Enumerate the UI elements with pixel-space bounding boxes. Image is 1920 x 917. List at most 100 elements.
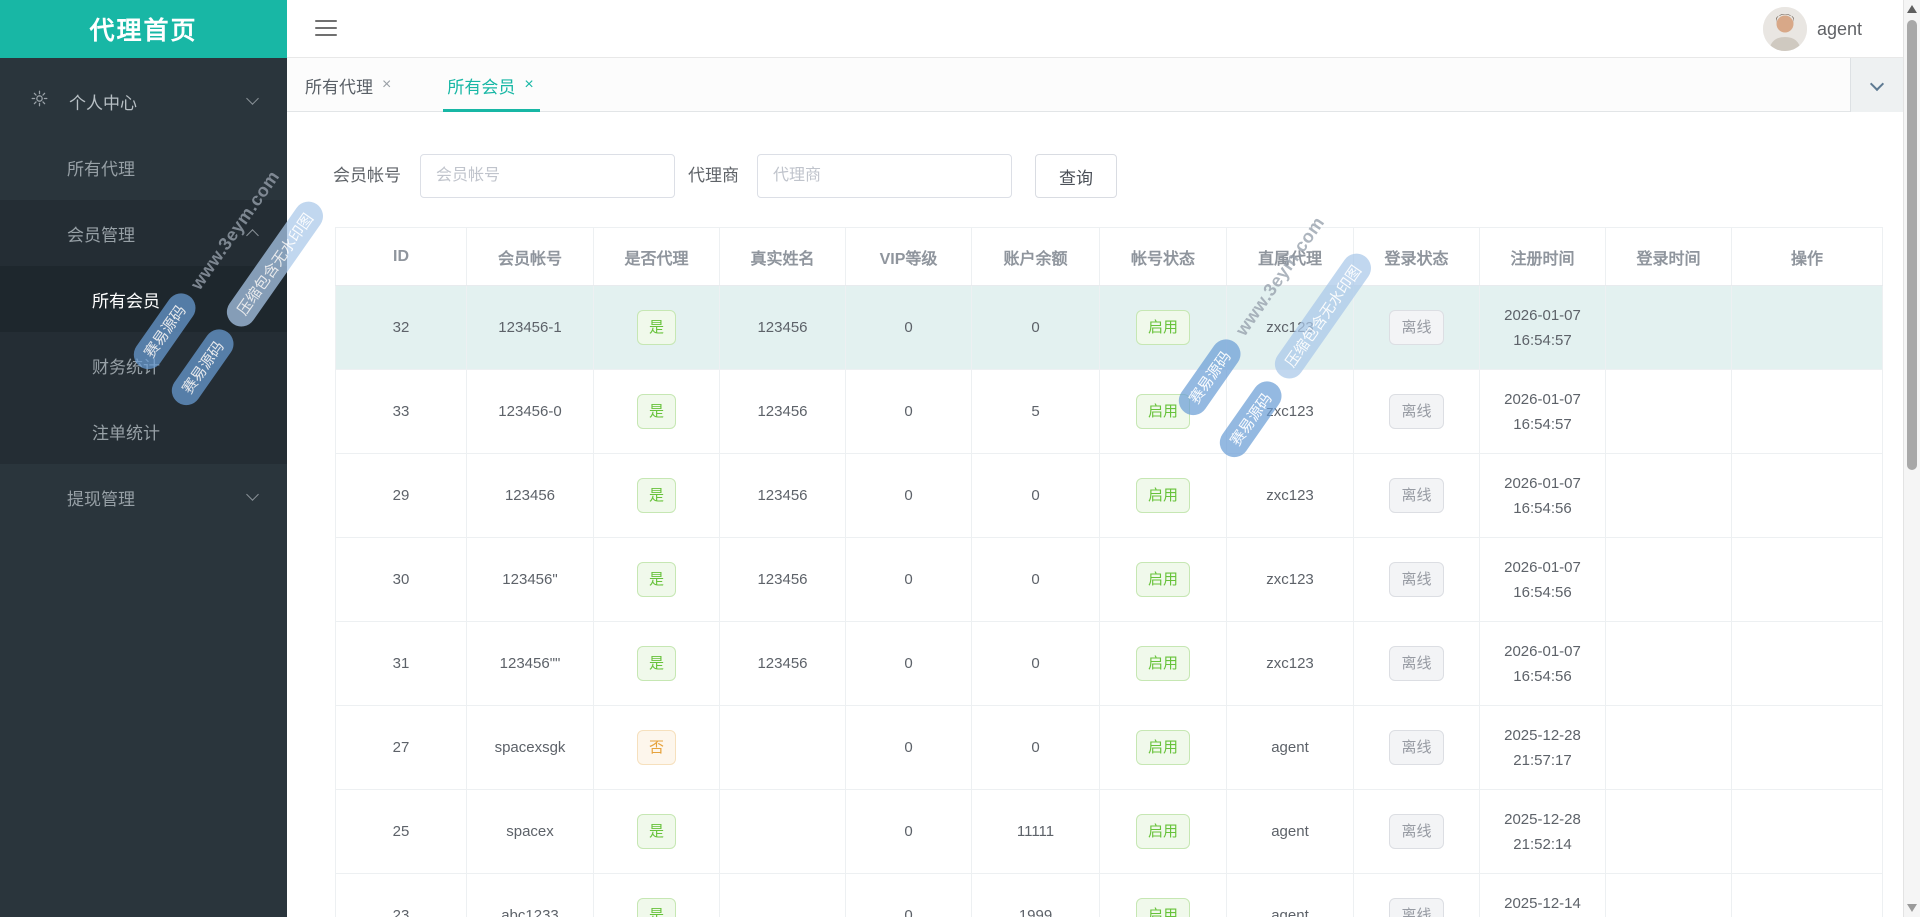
cell-is-agent: 是 — [593, 537, 720, 622]
status-badge: 启用 — [1135, 394, 1190, 429]
tab-2[interactable]: 所有会员 × — [443, 58, 541, 112]
cell-real-name: 123456 — [719, 285, 846, 370]
status-badge: 离线 — [1389, 646, 1444, 681]
agent-input[interactable] — [757, 154, 1012, 198]
chevron-down-icon — [246, 92, 259, 105]
cell-is-agent: 是 — [593, 789, 720, 874]
cell-vip-level: 0 — [845, 789, 972, 874]
sidebar-item-label: 财务统计 — [92, 357, 160, 377]
cell-account-status: 启用 — [1099, 873, 1227, 917]
sidebar-item-4[interactable]: 所有会员 — [0, 266, 287, 332]
sidebar-item-label: 注单统计 — [92, 423, 160, 443]
cell-balance: 11111 — [971, 789, 1100, 874]
status-badge: 离线 — [1389, 310, 1444, 345]
cell-action — [1731, 621, 1883, 706]
cell-real-name — [719, 873, 846, 917]
status-badge: 是 — [636, 394, 676, 429]
scroll-up-icon[interactable] — [1907, 5, 1917, 13]
cell-real-name: 123456 — [719, 369, 846, 454]
page-scrollbar[interactable] — [1903, 0, 1920, 917]
cell-balance: 0 — [971, 453, 1100, 538]
cell-register-time: 2025-12-28 21:52:14 — [1479, 789, 1606, 874]
cell-vip-level: 0 — [845, 369, 972, 454]
cell-account-status: 启用 — [1099, 453, 1227, 538]
table-header-row: ID 会员帐号 是否代理 真实姓名 VIP等级 账户余额 帐号状态 直属代理 登录状态 注册时间登… — [335, 227, 1883, 286]
cell-vip-level: 0 — [845, 537, 972, 622]
cell-login-status: 离线 — [1353, 285, 1480, 370]
app-title: 代理首页 — [0, 0, 287, 58]
cell-is-agent: 是 — [593, 873, 720, 917]
cell-account-status: 启用 — [1099, 285, 1227, 370]
sidebar-item-2[interactable]: 所有代理 — [0, 134, 287, 200]
status-badge: 启用 — [1135, 478, 1190, 513]
cell-action — [1731, 789, 1883, 874]
cell-real-name: 123456 — [719, 453, 846, 538]
sidebar-menu: 个人中心 所有代理 会员管理 所有会员财务统计注单统计提现管理 — [0, 68, 287, 530]
cell-balance: 0 — [971, 621, 1100, 706]
sidebar-item-6[interactable]: 注单统计 — [0, 398, 287, 464]
close-icon[interactable]: × — [382, 76, 391, 94]
status-badge: 启用 — [1135, 814, 1190, 849]
cell-is-agent: 是 — [593, 453, 720, 538]
sidebar: 代理首页 个人中心 所有代理 会员管理 所有会员财务统计注单统计提现管理 — [0, 0, 287, 917]
cell-login-status: 离线 — [1353, 453, 1480, 538]
cell-action — [1731, 705, 1883, 790]
cell-account: 123456"" — [466, 621, 594, 706]
cell-direct-agent: zxc123 — [1226, 621, 1354, 706]
tab-bar: 所有代理 × 所有会员 × — [287, 58, 1903, 112]
status-badge: 离线 — [1389, 814, 1444, 849]
status-badge: 否 — [636, 730, 676, 765]
sidebar-item-3[interactable]: 会员管理 — [0, 200, 287, 266]
scrollbar-thumb[interactable] — [1907, 20, 1917, 470]
table-row: 27 spacexsgk 否 0 0 启用 agent 离线 2025-12-28 21:57:1… — [335, 705, 1883, 790]
cell-direct-agent: agent — [1226, 873, 1354, 917]
status-badge: 离线 — [1389, 730, 1444, 765]
cell-login-status: 离线 — [1353, 621, 1480, 706]
column-header: 真实姓名 — [719, 227, 846, 286]
cell-account: spacexsgk — [466, 705, 594, 790]
column-header: 是否代理 — [593, 227, 720, 286]
chevron-down-icon — [246, 488, 259, 501]
close-icon[interactable]: × — [524, 76, 533, 94]
status-badge: 是 — [636, 310, 676, 345]
cell-direct-agent: zxc123 — [1226, 537, 1354, 622]
cell-register-time: 2026-01-07 16:54:56 — [1479, 537, 1606, 622]
cell-vip-level: 0 — [845, 621, 972, 706]
scroll-down-icon[interactable] — [1907, 904, 1917, 912]
cell-register-time: 2025-12-1413:07:24 — [1479, 873, 1606, 917]
status-badge: 启用 — [1135, 646, 1190, 681]
tab-1[interactable]: 所有代理 × — [305, 58, 391, 112]
cell-real-name: 123456 — [719, 621, 846, 706]
cell-register-time: 2026-01-07 16:54:57 — [1479, 285, 1606, 370]
cell-login-status: 离线 — [1353, 789, 1480, 874]
status-badge: 离线 — [1389, 898, 1444, 917]
tab-list-dropdown-button[interactable] — [1850, 58, 1903, 112]
table-body: 32 123456-1 是 123456 0 0 启用 zxc123 离线 2026-01-07 1… — [335, 285, 1883, 917]
cell-account-status: 启用 — [1099, 621, 1227, 706]
sidebar-item-1[interactable]: 个人中心 — [0, 68, 287, 134]
table-row: 23abc1233 是 01999 启用 agent 离线 2025-12-1413:07:… — [335, 873, 1883, 917]
cell-register-time: 2026-01-07 16:54:56 — [1479, 621, 1606, 706]
cell-direct-agent: zxc123 — [1226, 369, 1354, 454]
cell-account-status: 启用 — [1099, 369, 1227, 454]
cell-account: 123456 — [466, 453, 594, 538]
cell-login-time — [1605, 537, 1732, 622]
cell-account-status: 启用 — [1099, 789, 1227, 874]
user-avatar[interactable] — [1763, 7, 1807, 51]
column-header: 会员帐号 — [466, 227, 594, 286]
sidebar-item-7[interactable]: 提现管理 — [0, 464, 287, 530]
menu-toggle-icon[interactable] — [315, 20, 337, 36]
sidebar-item-5[interactable]: 财务统计 — [0, 332, 287, 398]
cell-real-name — [719, 705, 846, 790]
cell-direct-agent: agent — [1226, 789, 1354, 874]
username-label[interactable]: agent — [1817, 0, 1862, 58]
cell-id: 27 — [335, 705, 467, 790]
search-button[interactable]: 查询 — [1035, 154, 1117, 198]
cell-action — [1731, 873, 1883, 917]
cell-login-status: 离线 — [1353, 369, 1480, 454]
cell-balance: 1999 — [971, 873, 1100, 917]
member-account-input[interactable] — [420, 154, 675, 198]
cell-account-status: 启用 — [1099, 537, 1227, 622]
cell-is-agent: 是 — [593, 369, 720, 454]
cell-is-agent: 是 — [593, 621, 720, 706]
